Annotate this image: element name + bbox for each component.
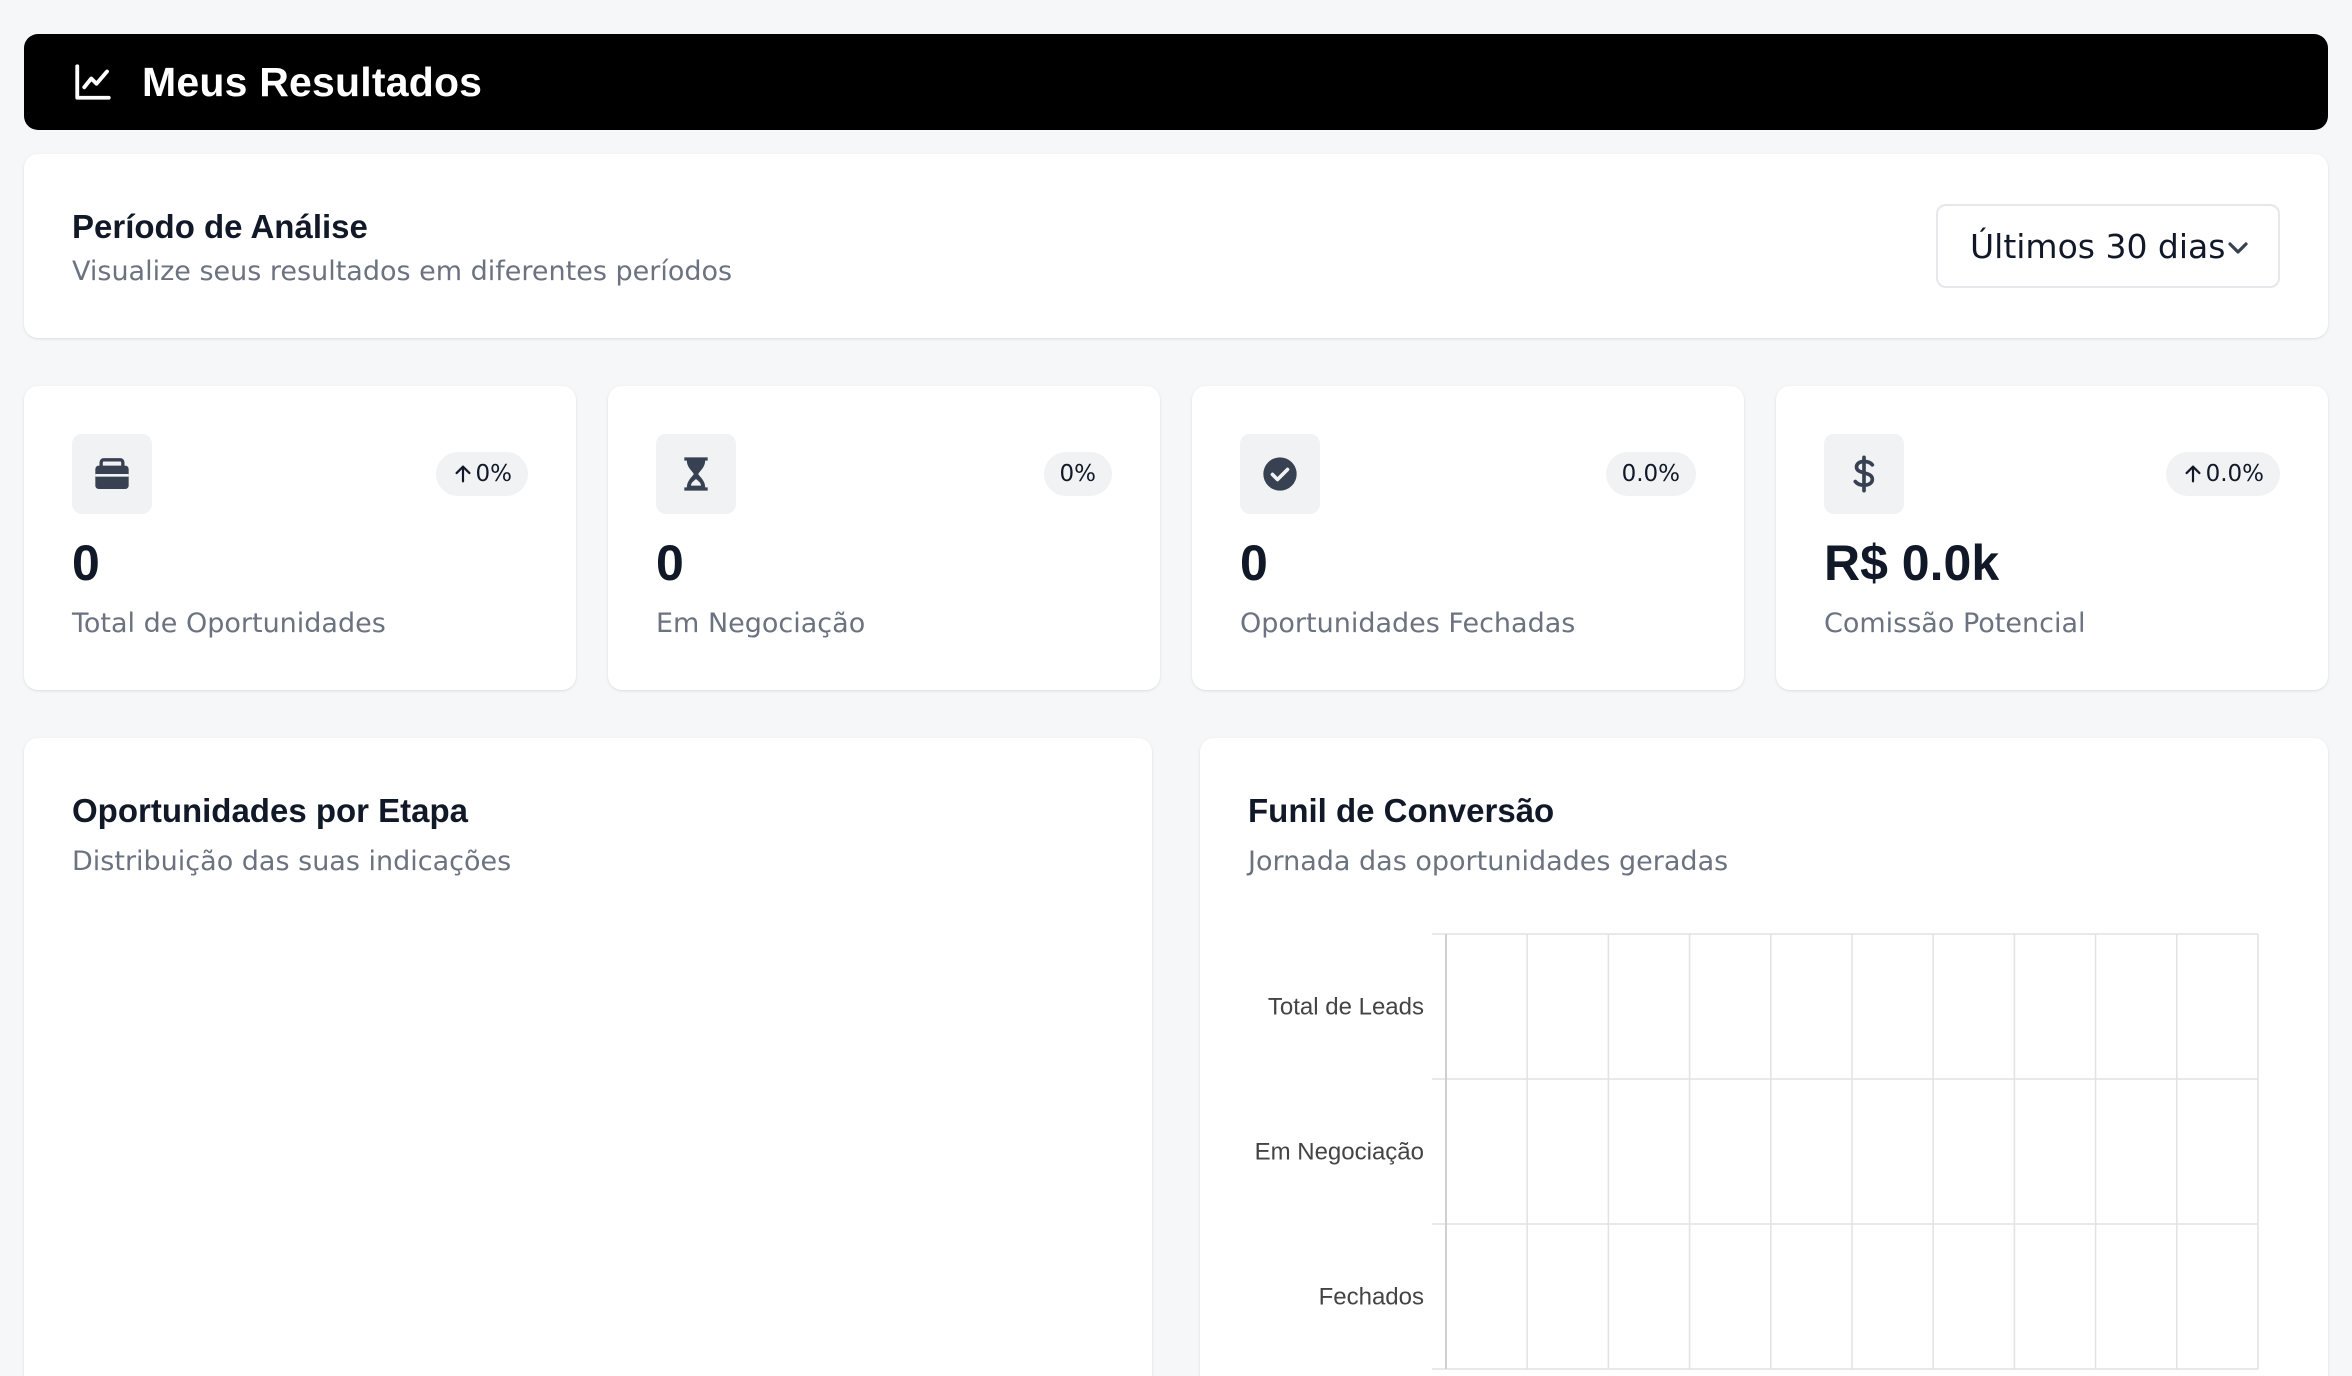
- y-tick-label: Em Negociação: [1255, 1139, 1424, 1166]
- period-select-value: Últimos 30 dias: [1970, 226, 2226, 266]
- arrow-up-icon: [454, 465, 471, 483]
- check-circle-icon: [1240, 434, 1320, 514]
- period-card: Período de Análise Visualize seus result…: [24, 154, 2328, 338]
- stat-card-closed: 0.0% 0 Oportunidades Fechadas: [1192, 386, 1744, 690]
- page-header: Meus Resultados: [24, 34, 2328, 130]
- stage-panel-subtitle: Distribuição das suas indicações: [72, 846, 512, 877]
- period-subtitle: Visualize seus resultados em diferentes …: [72, 256, 733, 287]
- y-tick-label: Total de Leads: [1268, 994, 1424, 1021]
- period-title: Período de Análise: [72, 208, 368, 245]
- arrow-up-icon: [2185, 465, 2201, 483]
- page-title: Meus Resultados: [142, 58, 483, 105]
- trend-badge: 0.0%: [2165, 452, 2280, 496]
- stat-value: R$ 0.0k: [1824, 535, 2000, 591]
- stat-card-negotiation: 0% 0 Em Negociação: [608, 386, 1160, 690]
- stat-value: 0: [1240, 535, 1268, 591]
- period-select[interactable]: Últimos 30 dias: [1936, 204, 2280, 288]
- dollar-icon: [1824, 434, 1904, 514]
- chevron-down-icon: [2228, 242, 2248, 254]
- hourglass-icon: [656, 434, 736, 514]
- stat-card-commission: 0.0% R$ 0.0k Comissão Potencial: [1776, 386, 2328, 690]
- funnel-panel: Funil de Conversão Jornada das oportunid…: [1200, 738, 2328, 1376]
- briefcase-icon: [72, 434, 152, 514]
- funnel-chart: Total de Leads Em Negociação Fechados: [1255, 933, 2259, 1370]
- stat-label: Em Negociação: [656, 608, 866, 639]
- stage-panel: Oportunidades por Etapa Distribuição das…: [24, 738, 1152, 1376]
- trend-badge: 0%: [1043, 452, 1112, 496]
- stat-value: 0: [656, 535, 684, 591]
- trend-badge: 0.0%: [1605, 452, 1696, 496]
- chart-line-icon: [75, 64, 111, 100]
- stage-panel-title: Oportunidades por Etapa: [72, 792, 469, 829]
- stat-label: Total de Oportunidades: [72, 608, 386, 639]
- trend-badge: 0%: [435, 452, 528, 496]
- stat-card-total: 0% 0 Total de Oportunidades: [24, 386, 576, 690]
- stat-label: Oportunidades Fechadas: [1240, 608, 1576, 639]
- stat-label: Comissão Potencial: [1824, 608, 2086, 639]
- y-tick-label: Fechados: [1319, 1284, 1424, 1311]
- stat-value: 0: [72, 535, 100, 591]
